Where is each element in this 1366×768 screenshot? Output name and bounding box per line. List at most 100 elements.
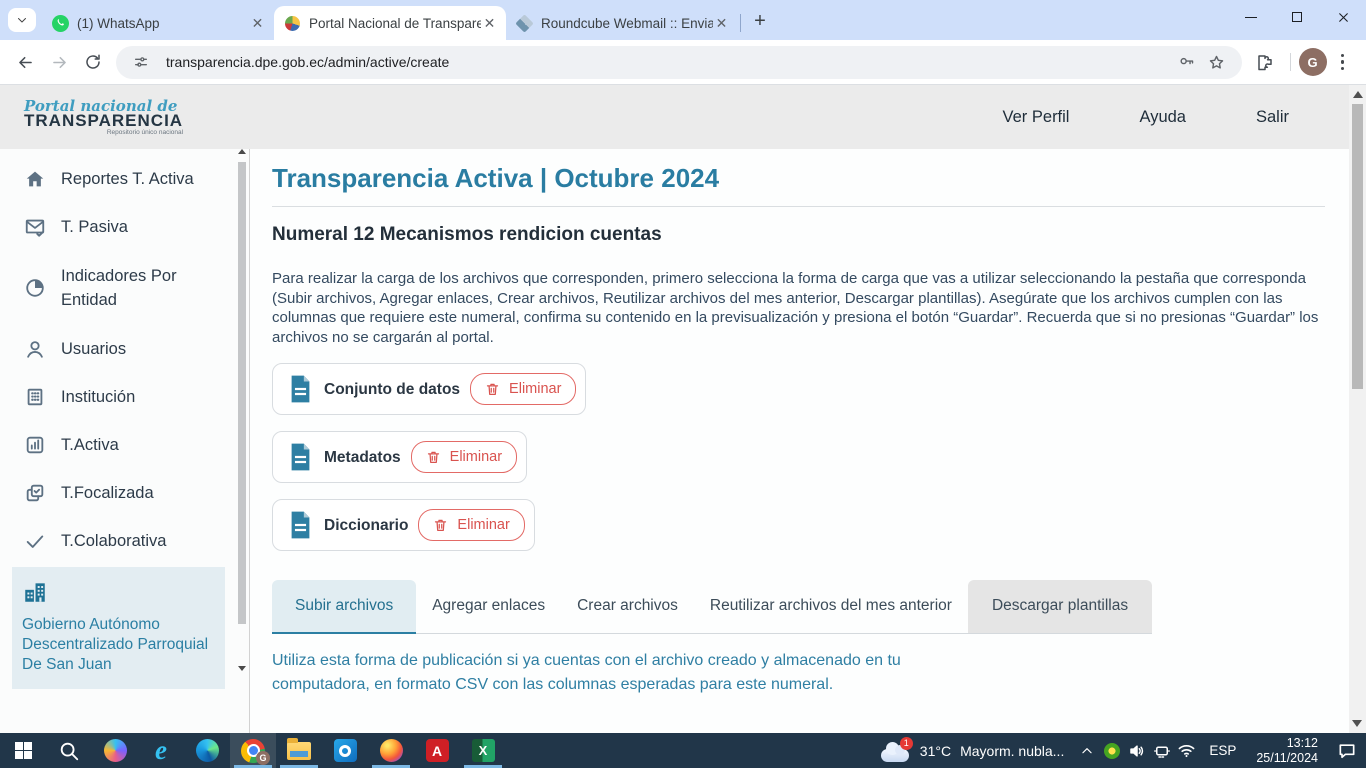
tab-search-button[interactable] bbox=[8, 8, 36, 32]
cast-icon bbox=[1153, 742, 1171, 760]
acrobat-button[interactable]: A bbox=[414, 733, 460, 768]
tray-expand-button[interactable] bbox=[1074, 733, 1099, 768]
scrollbar-thumb[interactable] bbox=[1352, 104, 1363, 389]
nav-ayuda[interactable]: Ayuda bbox=[1139, 108, 1186, 127]
trash-icon bbox=[485, 381, 500, 397]
copilot-button[interactable] bbox=[92, 733, 138, 768]
address-bar[interactable]: transparencia.dpe.gob.ec/admin/active/cr… bbox=[116, 46, 1242, 79]
language-indicator[interactable]: ESP bbox=[1199, 743, 1246, 758]
profile-avatar[interactable]: G bbox=[1299, 48, 1327, 76]
minimize-button[interactable] bbox=[1228, 0, 1274, 34]
antivirus-icon bbox=[1104, 743, 1120, 759]
tab-descargar-plantillas[interactable]: Descargar plantillas bbox=[968, 580, 1152, 633]
title-divider bbox=[272, 206, 1325, 207]
extensions-button[interactable] bbox=[1248, 45, 1282, 79]
sidebar-item-t-colaborativa[interactable]: T.Colaborativa bbox=[0, 517, 249, 565]
nav-ver-perfil[interactable]: Ver Perfil bbox=[1003, 108, 1070, 127]
sidebar: Reportes T. Activa T. Pasiva Indicadores… bbox=[0, 149, 250, 733]
scroll-down-icon[interactable] bbox=[1352, 720, 1362, 727]
file-card-metadatos: Metadatos Eliminar bbox=[272, 431, 527, 483]
sidebar-item-reportes[interactable]: Reportes T. Activa bbox=[0, 155, 249, 203]
user-icon bbox=[24, 338, 46, 360]
outlook-button[interactable] bbox=[322, 733, 368, 768]
restore-button[interactable] bbox=[1274, 0, 1320, 34]
volume-button[interactable] bbox=[1124, 733, 1149, 768]
tab-close-icon[interactable]: ✕ bbox=[713, 15, 730, 32]
wifi-button[interactable] bbox=[1174, 733, 1199, 768]
sidebar-item-label: T. Pasiva bbox=[61, 218, 128, 237]
sidebar-item-t-focalizada[interactable]: T.Focalizada bbox=[0, 469, 249, 517]
sidebar-item-institucion[interactable]: Institución bbox=[0, 373, 249, 421]
tab-reutilizar-archivos[interactable]: Reutilizar archivos del mes anterior bbox=[694, 580, 968, 633]
taskbar-search-button[interactable] bbox=[46, 733, 92, 768]
tab-subir-archivos[interactable]: Subir archivos bbox=[272, 580, 416, 634]
delete-file-button[interactable]: Eliminar bbox=[470, 373, 576, 405]
clock-time: 13:12 bbox=[1256, 736, 1318, 751]
site-info-button[interactable] bbox=[126, 47, 156, 77]
internet-explorer-button[interactable]: e bbox=[138, 733, 184, 768]
antivirus-tray-button[interactable] bbox=[1099, 733, 1124, 768]
minimize-icon bbox=[1245, 17, 1257, 18]
browser-tab-portal[interactable]: Portal Nacional de Transparenci ✕ bbox=[274, 6, 506, 40]
tab-crear-archivos[interactable]: Crear archivos bbox=[561, 580, 694, 633]
close-button[interactable] bbox=[1320, 0, 1366, 34]
reload-button[interactable] bbox=[76, 45, 110, 79]
copilot-icon bbox=[104, 739, 127, 762]
action-center-button[interactable] bbox=[1328, 733, 1366, 768]
wifi-icon bbox=[1177, 741, 1196, 760]
roundcube-icon bbox=[515, 14, 533, 32]
entity-name: Gobierno Autónomo Descentralizado Parroq… bbox=[22, 615, 215, 675]
new-tab-button[interactable]: + bbox=[747, 8, 773, 34]
puzzle-icon bbox=[1256, 53, 1274, 71]
scrollbar-thumb[interactable] bbox=[238, 162, 246, 624]
nav-salir[interactable]: Salir bbox=[1256, 108, 1289, 127]
toolbar-divider bbox=[1290, 53, 1291, 71]
sidebar-item-indicadores[interactable]: Indicadores Por Entidad bbox=[0, 251, 249, 325]
tab-close-icon[interactable]: ✕ bbox=[481, 15, 498, 32]
excel-button[interactable]: X bbox=[460, 733, 506, 768]
taskbar-clock[interactable]: 13:12 25/11/2024 bbox=[1246, 736, 1328, 766]
delete-file-button[interactable]: Eliminar bbox=[418, 509, 524, 541]
forward-button[interactable] bbox=[42, 45, 76, 79]
clock-date: 25/11/2024 bbox=[1256, 751, 1318, 766]
scroll-down-icon[interactable] bbox=[238, 666, 246, 671]
firefox-button[interactable] bbox=[368, 733, 414, 768]
start-button[interactable] bbox=[0, 733, 46, 768]
file-explorer-button[interactable] bbox=[276, 733, 322, 768]
url-text[interactable]: transparencia.dpe.gob.ec/admin/active/cr… bbox=[166, 54, 1172, 70]
sidebar-item-usuarios[interactable]: Usuarios bbox=[0, 325, 249, 373]
sidebar-entity-selected[interactable]: Gobierno Autónomo Descentralizado Parroq… bbox=[12, 567, 225, 689]
sidebar-item-t-activa[interactable]: T.Activa bbox=[0, 421, 249, 469]
scroll-up-icon[interactable] bbox=[1353, 91, 1363, 98]
sidebar-item-label: Reportes T. Activa bbox=[61, 170, 194, 189]
back-button[interactable] bbox=[8, 45, 42, 79]
sidebar-item-t-pasiva[interactable]: T. Pasiva bbox=[0, 203, 249, 251]
file-name: Metadatos bbox=[324, 448, 401, 467]
browser-tab-roundcube[interactable]: Roundcube Webmail :: Enviados ✕ bbox=[506, 6, 738, 40]
edge-button[interactable] bbox=[184, 733, 230, 768]
tab-close-icon[interactable]: ✕ bbox=[249, 15, 266, 32]
delete-file-button[interactable]: Eliminar bbox=[411, 441, 517, 473]
home-icon bbox=[24, 168, 46, 190]
sidebar-scrollbar[interactable] bbox=[237, 149, 246, 671]
browser-tab-whatsapp[interactable]: (1) WhatsApp ✕ bbox=[42, 6, 274, 40]
bookmark-button[interactable] bbox=[1202, 47, 1232, 77]
weather-condition: Mayorm. nubla... bbox=[960, 743, 1064, 759]
scroll-up-icon[interactable] bbox=[238, 149, 246, 154]
tab-agregar-enlaces[interactable]: Agregar enlaces bbox=[416, 580, 561, 633]
chrome-button[interactable]: G bbox=[230, 733, 276, 768]
chevron-down-icon bbox=[16, 14, 28, 26]
cast-button[interactable] bbox=[1149, 733, 1174, 768]
browser-menu-button[interactable] bbox=[1327, 48, 1359, 77]
file-name: Conjunto de datos bbox=[324, 380, 460, 399]
weather-widget[interactable]: 1 31°C Mayorm. nubla... bbox=[871, 739, 1075, 763]
edge-icon bbox=[196, 739, 219, 762]
key-icon bbox=[1178, 54, 1195, 71]
logo-tagline: Repositorio único nacional bbox=[24, 129, 183, 136]
delete-label: Eliminar bbox=[457, 517, 509, 533]
weather-temp: 31°C bbox=[920, 743, 951, 759]
page: Portal nacional de TRANSPARENCIA Reposit… bbox=[0, 85, 1366, 733]
password-manager-button[interactable] bbox=[1172, 47, 1202, 77]
page-scrollbar[interactable] bbox=[1349, 85, 1366, 733]
taskbar: e G A X 1 31°C Mayorm. nubla... ESP 13:1… bbox=[0, 733, 1366, 768]
